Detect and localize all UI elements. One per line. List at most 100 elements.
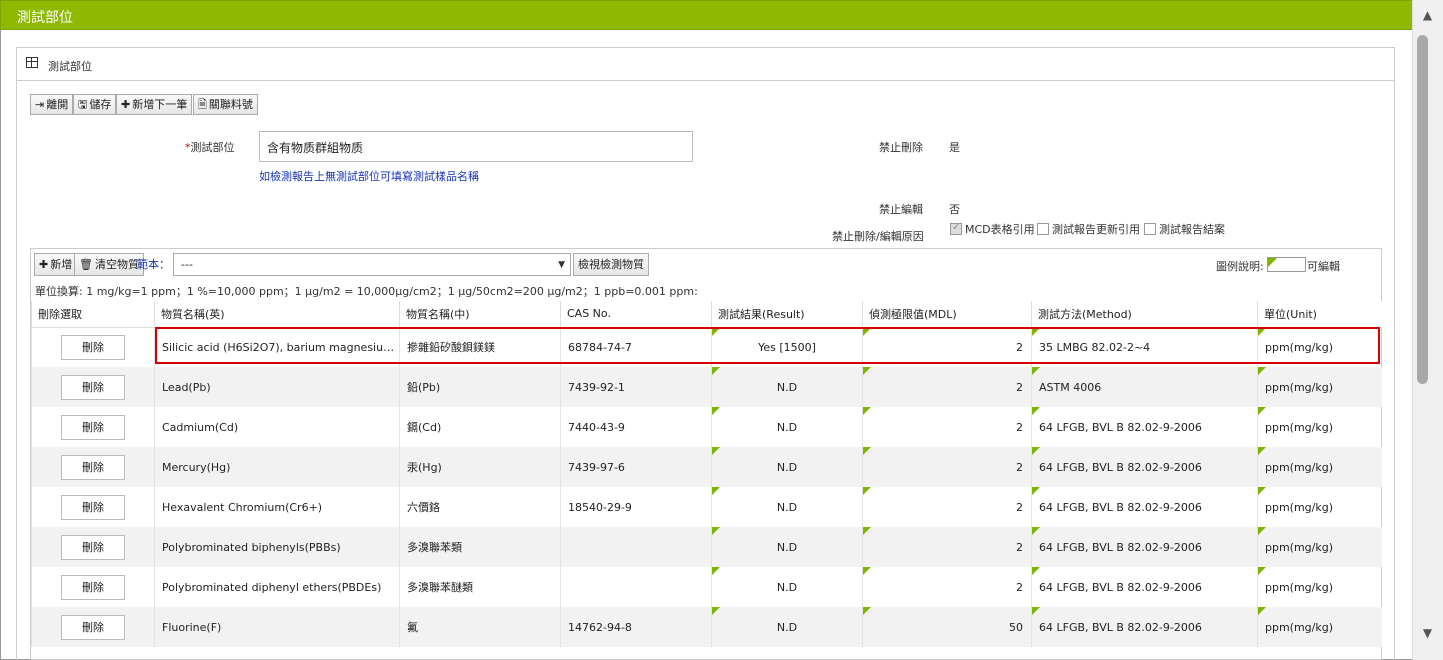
add-next-label: 新增下一筆 <box>132 98 188 111</box>
table-row[interactable]: 刪除 Polybrominated diphenyl ethers(PBDEs) 多… <box>31 567 1382 607</box>
unit-cell[interactable]: ppm(mg/kg) <box>1257 567 1382 607</box>
mdl-cell[interactable]: 2 <box>862 407 1032 447</box>
unit-cell[interactable]: ppm(mg/kg) <box>1257 527 1382 567</box>
result-cell[interactable]: N.D <box>711 567 863 607</box>
delete-row-button[interactable]: 刪除 <box>61 374 125 400</box>
table-row[interactable]: 刪除 Lead(Pb) 鉛(Pb) 7439-92-1 N.D 2 ASTM 4006 ppm… <box>31 367 1382 407</box>
reason-report-update[interactable]: 測試報告更新引用 <box>1037 221 1140 237</box>
table-header-row: 刪除選取 物質名稱(英) 物質名稱(中) CAS No. 測試結果(Result… <box>31 301 1382 328</box>
reason-report-closed[interactable]: 測試報告結案 <box>1144 221 1225 237</box>
exit-icon: ⇥ <box>35 98 45 111</box>
delete-row-button[interactable]: 刪除 <box>61 574 125 600</box>
scrollbar-thumb[interactable] <box>1417 35 1428 384</box>
document-icon: 🗎 <box>198 98 207 111</box>
table-row[interactable]: 刪除 Fluorine(F) 氟 14762-94-8 N.D 50 64 LFGB, BV… <box>31 607 1382 647</box>
table-row[interactable]: 刪除 Mercury(Hg) 汞(Hg) 7439-97-6 N.D 2 64 LFGB, … <box>31 447 1382 487</box>
method-cell[interactable]: 64 LFGB, BVL B 82.02-9-2006 <box>1031 487 1258 527</box>
unit-cell[interactable]: ppm(mg/kg) <box>1257 327 1382 367</box>
clear-substances-button[interactable]: 🗑 清空物質 <box>74 253 144 276</box>
mcd-checkbox[interactable] <box>950 222 962 235</box>
method-cell[interactable]: 35 LMBG 82.02-2~4 <box>1031 327 1258 367</box>
cas-cell: 18540-29-9 <box>560 487 712 527</box>
add-substance-button[interactable]: ✚ 新增 <box>34 253 78 276</box>
method-cell[interactable]: ASTM 4006 <box>1031 367 1258 407</box>
delete-row-button[interactable]: 刪除 <box>61 334 125 360</box>
template-select[interactable]: --- ▼ <box>173 253 571 276</box>
scroll-up-icon[interactable]: ▲ <box>1412 8 1443 22</box>
cas-cell: 68784-74-7 <box>560 327 712 367</box>
mdl-cell[interactable]: 2 <box>862 487 1032 527</box>
name-en-cell: Mercury(Hg) <box>154 447 400 487</box>
unit-conversion-text: 單位換算: 1 mg/kg=1 ppm；1 %=10,000 ppm；1 μg/… <box>35 285 698 298</box>
substance-table: 刪除選取 物質名稱(英) 物質名稱(中) CAS No. 測試結果(Result… <box>31 301 1382 647</box>
table-row[interactable]: 刪除 Polybrominated biphenyls(PBBs) 多溴聯苯類 N.D… <box>31 527 1382 567</box>
name-en-cell: Cadmium(Cd) <box>154 407 400 447</box>
scroll-down-icon[interactable]: ▼ <box>1412 626 1443 640</box>
table-grid-icon <box>26 57 38 68</box>
col-header-result[interactable]: 測試結果(Result) <box>711 301 863 328</box>
template-label: 範本： <box>137 258 170 271</box>
result-cell[interactable]: N.D <box>711 447 863 487</box>
col-header-cas[interactable]: CAS No. <box>560 301 712 328</box>
col-header-unit[interactable]: 單位(Unit) <box>1257 301 1382 328</box>
result-cell[interactable]: N.D <box>711 407 863 447</box>
unit-cell[interactable]: ppm(mg/kg) <box>1257 447 1382 487</box>
mdl-cell[interactable]: 2 <box>862 327 1032 367</box>
link-material-label: 關聯料號 <box>208 98 253 111</box>
no-edit-label: 禁止編輯 <box>879 203 923 216</box>
mdl-cell[interactable]: 50 <box>862 607 1032 647</box>
plus-icon: ✚ <box>121 98 131 111</box>
report-update-checkbox[interactable] <box>1037 223 1049 235</box>
mdl-cell[interactable]: 2 <box>862 447 1032 487</box>
table-row[interactable]: 刪除 Silicic acid (H6Si2O7), barium magnesi… <box>31 327 1382 367</box>
cas-cell <box>560 567 712 607</box>
save-label: 儲存 <box>89 98 112 111</box>
check-substances-button[interactable]: 檢視檢測物質 <box>573 253 649 276</box>
delete-cell: 刪除 <box>31 447 155 487</box>
col-header-method[interactable]: 測試方法(Method) <box>1031 301 1258 328</box>
result-cell[interactable]: N.D <box>711 367 863 407</box>
mdl-cell[interactable]: 2 <box>862 527 1032 567</box>
mdl-cell[interactable]: 2 <box>862 367 1032 407</box>
no-delete-value: 是 <box>949 141 960 154</box>
method-cell[interactable]: 64 LFGB, BVL B 82.02-9-2006 <box>1031 447 1258 487</box>
unit-cell[interactable]: ppm(mg/kg) <box>1257 487 1382 527</box>
result-cell[interactable]: N.D <box>711 607 863 647</box>
unit-cell[interactable]: ppm(mg/kg) <box>1257 367 1382 407</box>
method-cell[interactable]: 64 LFGB, BVL B 82.02-9-2006 <box>1031 407 1258 447</box>
table-row[interactable]: 刪除 Hexavalent Chromium(Cr6+) 六價鉻 18540-29-9… <box>31 487 1382 527</box>
result-cell[interactable]: N.D <box>711 487 863 527</box>
report-closed-checkbox[interactable] <box>1144 223 1156 235</box>
delete-cell: 刪除 <box>31 527 155 567</box>
delete-row-button[interactable]: 刪除 <box>61 534 125 560</box>
link-material-button[interactable]: 🗎 關聯料號 <box>193 94 258 115</box>
method-cell[interactable]: 64 LFGB, BVL B 82.02-9-2006 <box>1031 527 1258 567</box>
method-cell[interactable]: 64 LFGB, BVL B 82.02-9-2006 <box>1031 607 1258 647</box>
test-part-input[interactable]: 含有物质群組物质 <box>259 131 693 162</box>
name-zh-cell: 鎘(Cd) <box>399 407 561 447</box>
col-header-name-zh[interactable]: 物質名稱(中) <box>399 301 561 328</box>
result-cell[interactable]: Yes [1500] <box>711 327 863 367</box>
delete-row-button[interactable]: 刪除 <box>61 454 125 480</box>
leave-button[interactable]: ⇥ 離開 <box>30 94 74 115</box>
add-next-button[interactable]: ✚ 新增下一筆 <box>116 94 193 115</box>
result-cell[interactable]: N.D <box>711 527 863 567</box>
unit-cell[interactable]: ppm(mg/kg) <box>1257 607 1382 647</box>
table-row[interactable]: 刪除 Cadmium(Cd) 鎘(Cd) 7440-43-9 N.D 2 64 LFGB, … <box>31 407 1382 447</box>
col-header-name-en[interactable]: 物質名稱(英) <box>154 301 400 328</box>
delete-row-button[interactable]: 刪除 <box>61 414 125 440</box>
mdl-cell[interactable]: 2 <box>862 567 1032 607</box>
name-zh-cell: 汞(Hg) <box>399 447 561 487</box>
name-zh-cell: 摻雜鉛矽酸鋇鎂鎂 <box>399 327 561 367</box>
reason-mcd[interactable]: MCD表格引用 <box>950 221 1035 237</box>
leave-label: 離開 <box>46 98 69 111</box>
no-edit-value: 否 <box>949 203 960 216</box>
save-button[interactable]: 🖫 儲存 <box>73 94 117 115</box>
col-header-mdl[interactable]: 偵測極限值(MDL) <box>862 301 1032 328</box>
delete-cell: 刪除 <box>31 607 155 647</box>
unit-cell[interactable]: ppm(mg/kg) <box>1257 407 1382 447</box>
dropdown-arrow-icon: ▼ <box>558 260 565 270</box>
delete-row-button[interactable]: 刪除 <box>61 614 125 640</box>
method-cell[interactable]: 64 LFGB, BVL B 82.02-9-2006 <box>1031 567 1258 607</box>
delete-row-button[interactable]: 刪除 <box>61 494 125 520</box>
